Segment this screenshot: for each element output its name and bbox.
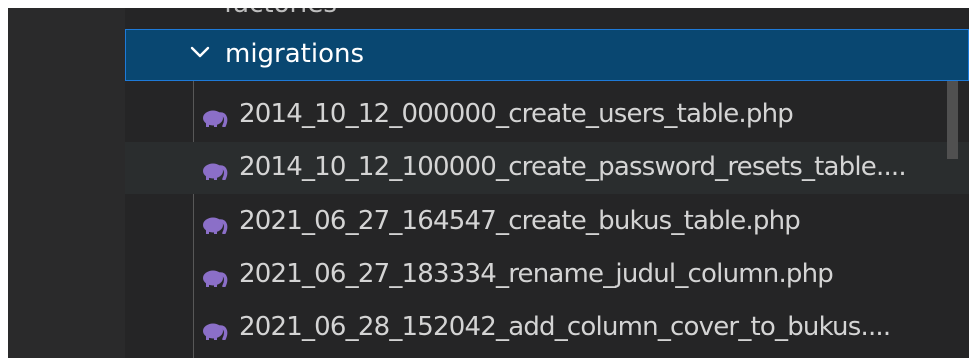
php-elephant-icon — [202, 317, 228, 341]
file-label: 2021_06_27_164547_create_bukus_table.php — [239, 206, 801, 236]
file-label: 2014_10_12_000000_create_users_table.php — [239, 99, 794, 129]
explorer-tree: › factories migrations 2014_10_12_0 — [125, 8, 969, 358]
tree-item-factories[interactable]: › factories — [125, 8, 969, 19]
tree-file-row[interactable]: 2021_06_27_183334_rename_judul_column.ph… — [125, 249, 969, 301]
tree-file-row[interactable]: 2014_10_12_000000_create_users_table.php — [125, 89, 969, 141]
file-label: 2021_06_27_183334_rename_judul_column.ph… — [239, 259, 834, 289]
left-gutter — [8, 8, 125, 358]
folder-label: migrations — [225, 39, 365, 69]
tree-file-row[interactable]: 2014_10_12_100000_create_password_resets… — [125, 142, 969, 194]
scrollbar-thumb[interactable] — [947, 81, 958, 159]
php-elephant-icon — [202, 264, 228, 288]
chevron-right-icon: › — [188, 8, 198, 13]
file-label: 2021_06_28_152042_add_column_cover_to_bu… — [239, 312, 891, 342]
php-elephant-icon — [202, 104, 228, 128]
php-elephant-icon — [202, 211, 228, 235]
folder-label: factories — [224, 8, 337, 19]
php-elephant-icon — [202, 157, 228, 181]
tree-folder-migrations[interactable]: migrations — [125, 29, 969, 81]
file-label: 2014_10_12_100000_create_password_resets… — [239, 152, 907, 182]
file-explorer: › factories migrations 2014_10_12_0 — [8, 8, 969, 358]
tree-file-row[interactable]: 2021_06_28_152042_add_column_cover_to_bu… — [125, 302, 969, 354]
chevron-down-icon — [188, 40, 212, 64]
tree-file-row[interactable]: 2021_06_27_164547_create_bukus_table.php — [125, 196, 969, 248]
